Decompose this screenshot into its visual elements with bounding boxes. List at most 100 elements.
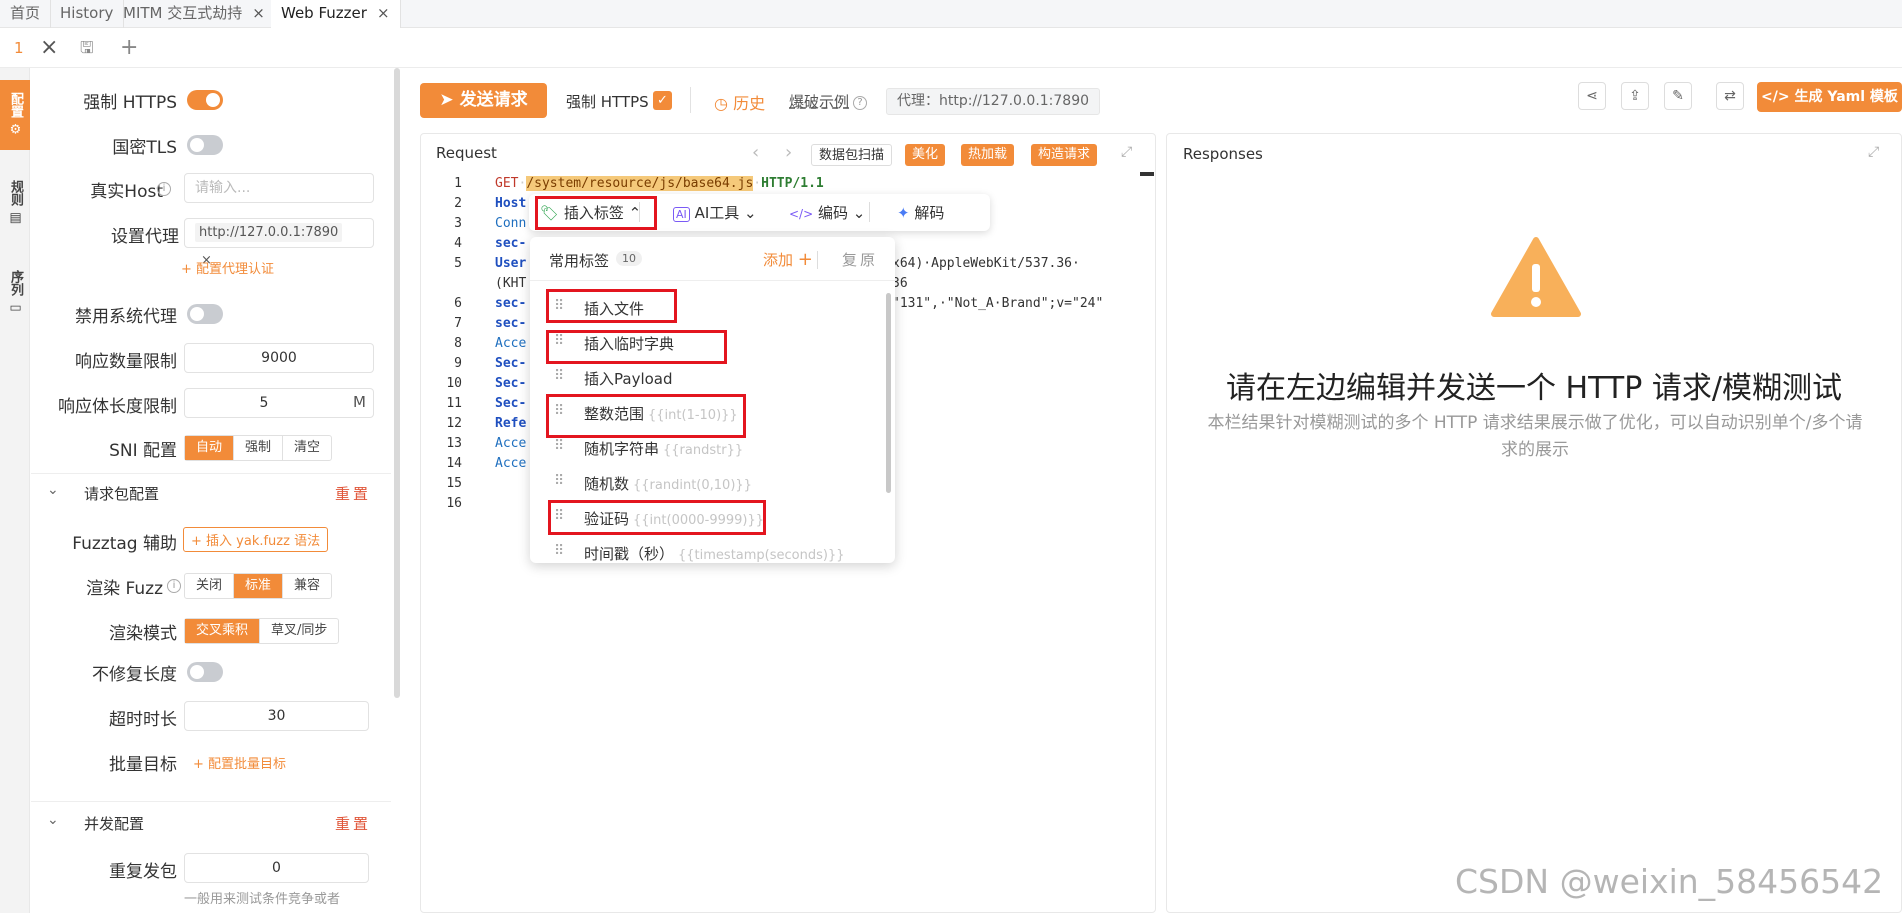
chevron-right-icon[interactable]: ›: [785, 142, 792, 163]
render-mode-cross[interactable]: 交叉乘积: [185, 619, 261, 643]
beautify-button[interactable]: 美化: [905, 144, 946, 166]
code-line-13[interactable]: Acce: [495, 436, 526, 451]
side-tab-config[interactable]: 配置 ⚙: [0, 80, 30, 150]
tab-webfuzzer[interactable]: Web Fuzzer ×: [271, 0, 401, 28]
force-https-checkbox[interactable]: ✓: [653, 91, 672, 110]
proxy-select[interactable]: http://127.0.0.1:7890 ×: [184, 218, 374, 268]
fuzztag-row: Fuzztag 辅助 + 插入 yak.fuzz 语法: [31, 525, 391, 557]
render-fuzz-standard[interactable]: 标准: [234, 574, 284, 598]
code-line-11[interactable]: Sec-: [495, 396, 526, 411]
gen-yaml-button[interactable]: </> 生成 Yaml 模板: [1757, 82, 1902, 112]
repeat-input[interactable]: 0: [184, 853, 369, 883]
history-button[interactable]: ◷ 历史: [714, 90, 765, 114]
chevron-left-icon[interactable]: ‹: [752, 142, 759, 163]
close-icon[interactable]: ×: [40, 36, 58, 60]
save-icon[interactable]: 🖫: [80, 36, 94, 60]
drag-handle-icon[interactable]: ⠿: [554, 368, 564, 384]
sub-tab-bar: 1 × 🖫 +: [0, 28, 1902, 68]
sni-clear[interactable]: 清空: [283, 436, 331, 460]
share-icon[interactable]: ⋖: [1578, 82, 1606, 110]
side-tab-sequence[interactable]: 序列 ▭: [0, 258, 30, 328]
real-host-input[interactable]: 请输入...: [184, 173, 374, 203]
code-line-1[interactable]: GET·/system/resource/js/base64.js·HTTP/1…: [495, 176, 824, 191]
code-line-10[interactable]: Sec-: [495, 376, 526, 391]
expand-icon[interactable]: ⤢: [1868, 144, 1879, 160]
code-line-5b[interactable]: (KHT: [495, 276, 526, 291]
swap-icon[interactable]: ⇄: [1716, 82, 1744, 110]
sni-force[interactable]: 强制: [234, 436, 284, 460]
batch-target-link[interactable]: + 配置批量目标: [193, 753, 286, 772]
drag-handle-icon[interactable]: ⠿: [554, 543, 564, 559]
packet-scan-button[interactable]: 数据包扫描: [811, 144, 893, 166]
reset-button[interactable]: 重置: [335, 483, 371, 504]
drag-handle-icon[interactable]: ⠿: [554, 438, 564, 454]
resp-count-input[interactable]: 9000: [184, 343, 374, 373]
code-line-14[interactable]: Acce: [495, 456, 526, 471]
no-fix-length-switch[interactable]: [187, 662, 223, 682]
reset-button[interactable]: 重置: [335, 813, 371, 834]
proxy-auth-link[interactable]: + 配置代理认证: [181, 258, 274, 277]
watermark: CSDN @weixin_58456542: [1455, 862, 1884, 901]
tab-mitm[interactable]: MITM 交互式劫持 ×: [113, 0, 276, 28]
sparkle-icon: ✦: [897, 204, 910, 222]
req-config-section[interactable]: ⌄ 请求包配置 重置: [31, 478, 391, 508]
add-tag-button[interactable]: 添加 +: [763, 249, 813, 270]
fuzztag-label: Fuzztag 辅助: [72, 534, 177, 554]
subtab-index[interactable]: 1: [14, 36, 24, 60]
config-scrollbar[interactable]: [394, 68, 400, 698]
sni-segmented: 自动 强制 清空: [184, 435, 333, 461]
timeout-input[interactable]: 30: [184, 701, 369, 731]
highlight-box: [548, 500, 766, 535]
decode-button[interactable]: ✦ 解码: [897, 202, 944, 223]
resp-body-input[interactable]: 5: [184, 388, 374, 418]
resp-body-unit: M: [353, 393, 366, 411]
concurrency-section[interactable]: ⌄ 并发配置 重置: [31, 808, 391, 838]
code-line-7[interactable]: sec-: [495, 316, 526, 331]
empty-state-desc: 本栏结果针对模糊测试的多个 HTTP 请求结果展示做了优化，可以自动识别单个/多…: [1207, 413, 1863, 460]
code-line-3[interactable]: Conn: [495, 216, 526, 231]
code-line-2[interactable]: Host: [495, 196, 526, 211]
tag-item[interactable]: ⠿ 时间戳（秒） {{timestamp(seconds)}}: [530, 536, 880, 563]
example-link[interactable]: 爆破示例?: [789, 91, 868, 112]
insert-fuzz-button[interactable]: + 插入 yak.fuzz 语法: [183, 527, 329, 552]
gm-tls-switch[interactable]: [187, 135, 223, 155]
sni-label: SNI 配置: [109, 441, 177, 461]
restore-button[interactable]: 复原: [842, 249, 878, 270]
sni-auto[interactable]: 自动: [185, 436, 235, 460]
side-tab-rules[interactable]: 规则 ▤: [0, 168, 30, 238]
build-request-button[interactable]: 构造请求: [1031, 144, 1098, 166]
edit-icon[interactable]: ✎: [1664, 82, 1692, 110]
warning-icon: [1491, 237, 1581, 317]
render-fuzz-compat[interactable]: 兼容: [283, 574, 331, 598]
decode-label: 解码: [914, 204, 945, 222]
code-line-6[interactable]: sec-: [495, 296, 526, 311]
code-line-12[interactable]: Refe: [495, 416, 526, 431]
close-icon[interactable]: ×: [377, 4, 390, 22]
render-fuzz-off[interactable]: 关闭: [185, 574, 235, 598]
ai-tool-dropdown[interactable]: AI AI工具 ⌄: [673, 202, 757, 223]
export-icon[interactable]: ⇪: [1621, 82, 1649, 110]
highlight-box: [535, 196, 657, 230]
send-request-button[interactable]: ➤ 发送请求: [420, 83, 547, 118]
code-line-9[interactable]: Sec-: [495, 356, 526, 371]
hot-load-button[interactable]: 热加载: [961, 144, 1015, 166]
expand-icon[interactable]: ⤢: [1121, 144, 1132, 160]
tab-home[interactable]: 首页: [0, 0, 52, 28]
close-icon[interactable]: ×: [252, 4, 265, 22]
tag-item[interactable]: ⠿ 随机数 {{randint(0,10)}}: [530, 466, 880, 500]
add-icon[interactable]: +: [120, 36, 138, 60]
render-fuzz-label: 渲染 Fuzz: [86, 579, 163, 599]
code-line-8[interactable]: Acce: [495, 336, 526, 351]
code-icon: </>: [1761, 89, 1790, 105]
popup-scrollbar[interactable]: [886, 293, 891, 493]
force-https-switch[interactable]: [187, 90, 223, 110]
disable-proxy-switch[interactable]: [187, 304, 223, 324]
code-line-5[interactable]: User: [495, 256, 526, 271]
timeout-row: 超时时长 30: [31, 701, 391, 733]
code-line-4[interactable]: sec-: [495, 236, 526, 251]
tag-item[interactable]: ⠿ 插入Payload: [530, 361, 880, 395]
render-mode-sync[interactable]: 草叉/同步: [260, 619, 338, 643]
encode-dropdown[interactable]: </> 编码 ⌄: [789, 202, 865, 223]
highlight-box: [546, 330, 727, 364]
drag-handle-icon[interactable]: ⠿: [554, 473, 564, 489]
